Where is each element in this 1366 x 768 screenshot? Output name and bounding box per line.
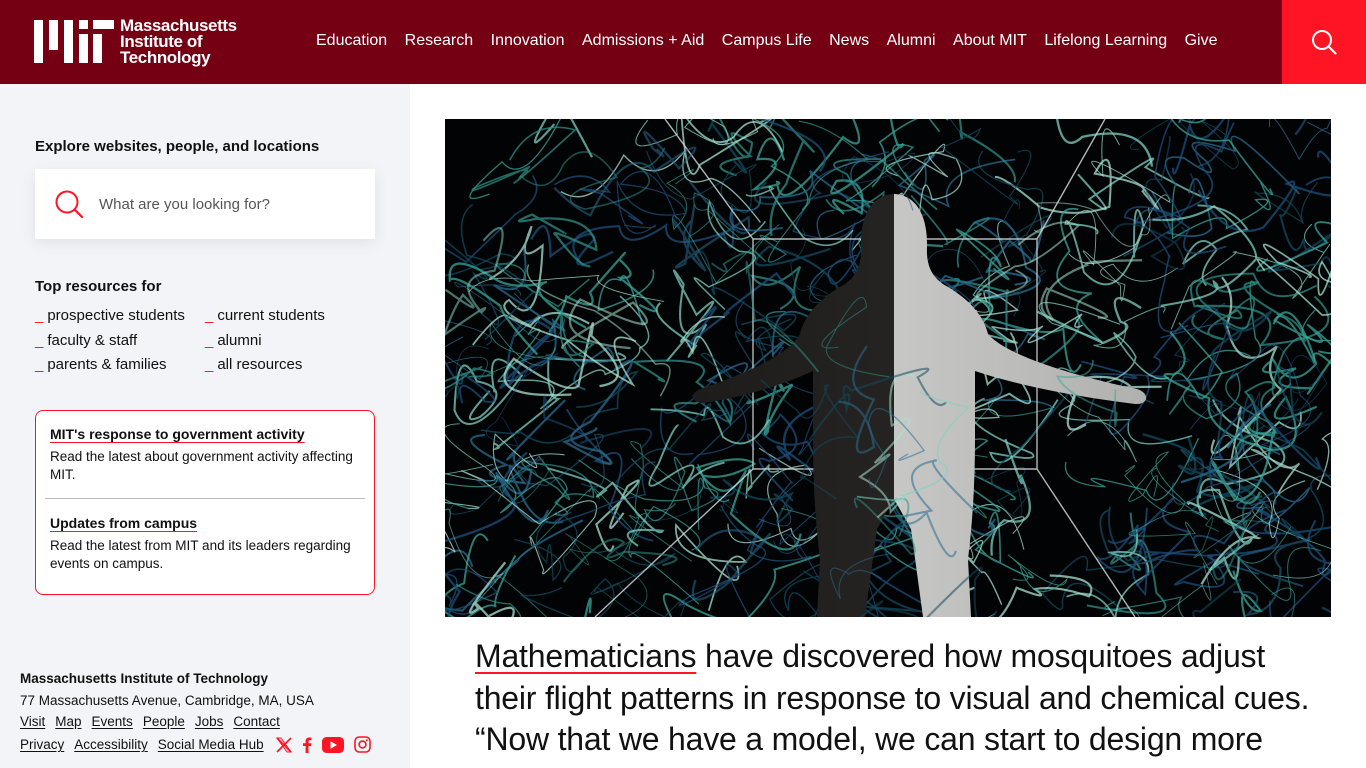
nav-lifelong-learning[interactable]: Lifelong Learning xyxy=(1044,31,1167,51)
alert-link-government-activity[interactable]: MIT's response to government activity xyxy=(50,427,368,441)
footer-link-jobs[interactable]: Jobs xyxy=(195,714,224,729)
resource-all-resources[interactable]: _ all resources xyxy=(205,356,375,374)
footer-links: Visit Map Events People Jobs Contact xyxy=(20,714,280,729)
mit-logo[interactable]: Massachusetts Institute of Technology xyxy=(34,16,237,67)
footer-link-contact[interactable]: Contact xyxy=(233,714,280,729)
alert-link-campus-updates[interactable]: Updates from campus xyxy=(50,516,368,530)
headline-link[interactable]: Mathematicians xyxy=(475,638,696,674)
nav-research[interactable]: Research xyxy=(405,31,473,51)
footer-link-map[interactable]: Map xyxy=(55,714,81,729)
divider xyxy=(45,498,365,499)
alert-item: MIT's response to government activity Re… xyxy=(50,427,368,484)
resource-alumni[interactable]: _ alumni xyxy=(205,332,375,350)
sidebar: Explore websites, people, and locations … xyxy=(0,84,410,768)
nav-give[interactable]: Give xyxy=(1185,31,1218,51)
footer-institute-name: Massachusetts Institute of Technology xyxy=(20,671,269,686)
nav-campus-life[interactable]: Campus Life xyxy=(722,31,812,51)
resource-parents-families[interactable]: _ parents & families xyxy=(35,356,205,374)
airflow-simulation-figure-image xyxy=(445,119,1331,617)
top-resources-title: Top resources for xyxy=(35,278,162,295)
site-header: Massachusetts Institute of Technology Ed… xyxy=(0,0,1366,84)
alert-description: Read the latest about government activit… xyxy=(50,449,353,482)
alert-box: MIT's response to government activity Re… xyxy=(35,410,375,595)
header-search-button[interactable] xyxy=(1282,0,1366,84)
resource-current-students[interactable]: _ current students xyxy=(205,307,375,325)
nav-innovation[interactable]: Innovation xyxy=(491,31,565,51)
search-icon xyxy=(55,190,84,219)
alert-item: Updates from campus Read the latest from… xyxy=(50,516,368,573)
logo-text: Massachusetts Institute of Technology xyxy=(120,16,237,67)
social-links xyxy=(275,736,371,753)
nav-about-mit[interactable]: About MIT xyxy=(953,31,1027,51)
youtube-icon[interactable] xyxy=(321,736,344,753)
footer-address: 77 Massachusetts Avenue, Cambridge, MA, … xyxy=(20,693,314,708)
footer-link-privacy[interactable]: Privacy xyxy=(20,737,64,752)
explore-title: Explore websites, people, and locations xyxy=(35,138,320,155)
hero-image[interactable] xyxy=(445,119,1331,617)
sidebar-search xyxy=(35,169,375,239)
nav-education[interactable]: Education xyxy=(316,31,387,51)
footer-link-visit[interactable]: Visit xyxy=(20,714,45,729)
resource-links: _ prospective students _ current students … xyxy=(35,307,375,374)
footer-link-people[interactable]: People xyxy=(143,714,185,729)
nav-alumni[interactable]: Alumni xyxy=(887,31,936,51)
search-input[interactable] xyxy=(99,195,339,213)
footer-link-accessibility[interactable]: Accessibility xyxy=(74,737,148,752)
footer-link-events[interactable]: Events xyxy=(92,714,133,729)
facebook-icon[interactable] xyxy=(302,737,312,753)
main-nav: Education Research Innovation Admissions… xyxy=(316,31,1218,51)
search-icon xyxy=(1312,30,1337,55)
news-headline: Mathematicians have discovered how mosqu… xyxy=(475,636,1315,761)
x-icon[interactable] xyxy=(275,736,292,753)
footer-links-secondary: Privacy Accessibility Social Media Hub xyxy=(20,736,371,753)
mit-logo-mark xyxy=(34,20,114,63)
resource-faculty-staff[interactable]: _ faculty & staff xyxy=(35,332,205,350)
nav-news[interactable]: News xyxy=(829,31,869,51)
alert-description: Read the latest from MIT and its leaders… xyxy=(50,538,351,571)
footer-link-social-media-hub[interactable]: Social Media Hub xyxy=(158,737,264,752)
resource-prospective-students[interactable]: _ prospective students xyxy=(35,307,205,325)
instagram-icon[interactable] xyxy=(353,736,371,753)
nav-admissions-aid[interactable]: Admissions + Aid xyxy=(582,31,704,51)
